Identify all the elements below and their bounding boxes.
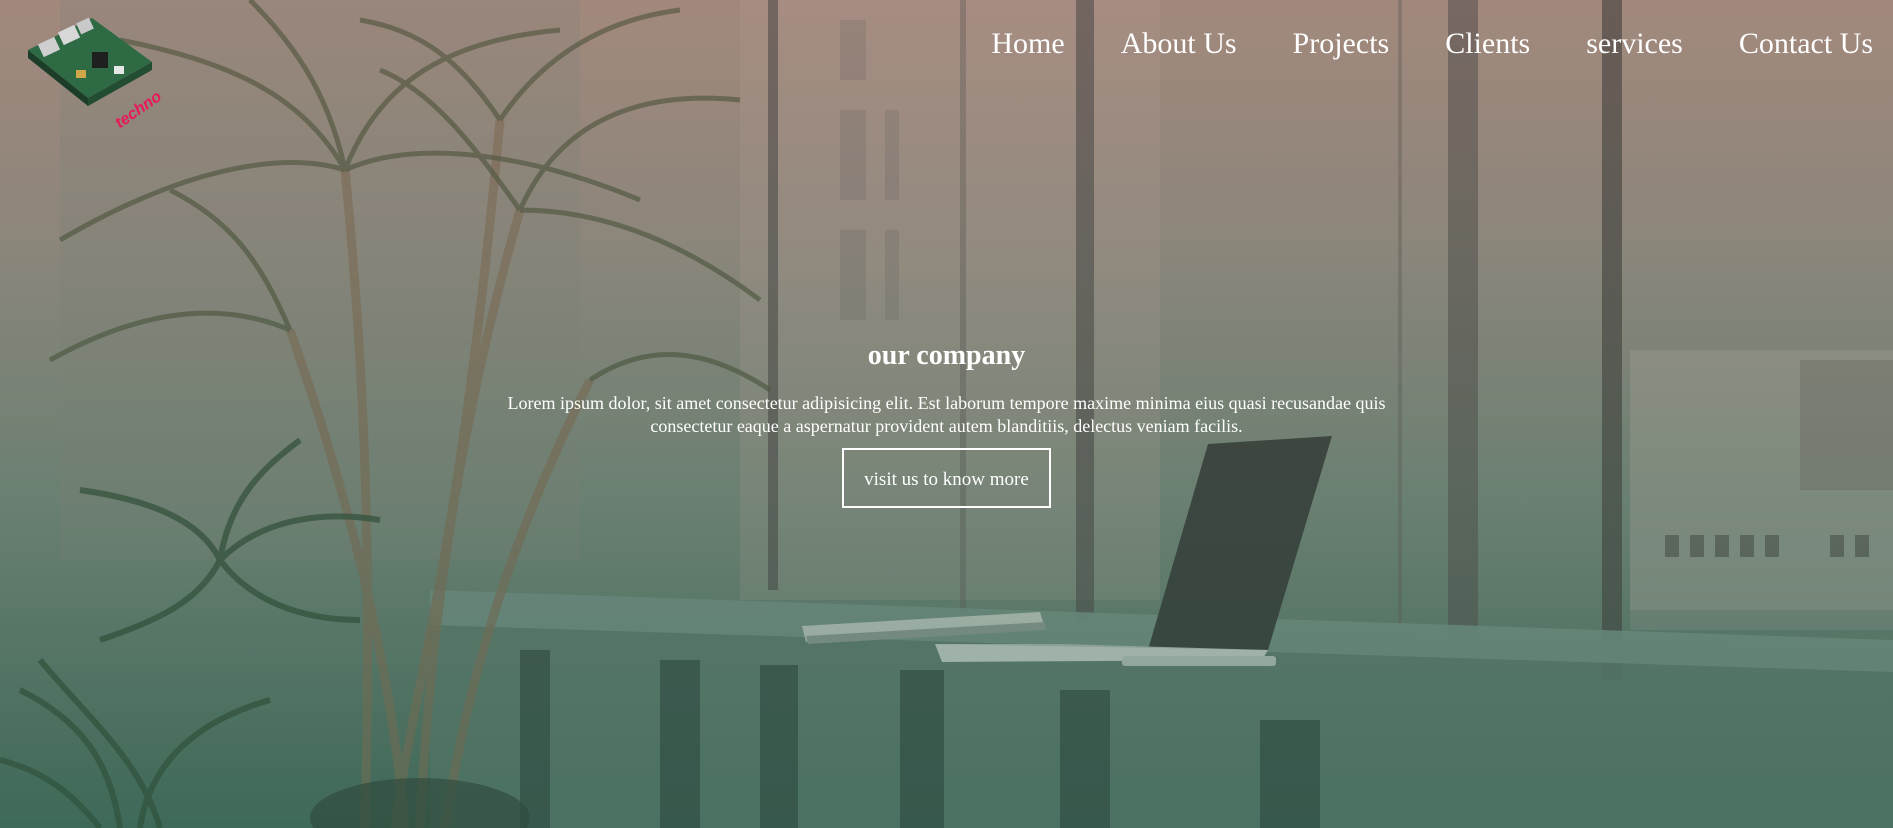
nav-item-clients[interactable]: Clients [1445, 24, 1530, 64]
nav-item-about-us[interactable]: About Us [1121, 24, 1237, 64]
nav-item-home[interactable]: Home [991, 24, 1064, 64]
hero-description: Lorem ipsum dolor, sit amet consectetur … [507, 393, 1386, 436]
hero-title: our company [867, 340, 1026, 371]
nav-item-services[interactable]: services [1586, 24, 1683, 64]
main-nav: Home About Us Projects Clients services … [991, 24, 1873, 64]
svg-text:techno: techno [112, 88, 165, 132]
company-logo[interactable]: techno [22, 10, 172, 135]
nav-item-contact-us[interactable]: Contact Us [1739, 24, 1873, 64]
nav-item-projects[interactable]: Projects [1293, 24, 1390, 64]
hero-section: techno Home About Us Projects Clients se… [0, 0, 1893, 828]
hero-content: our company Lorem ipsum dolor, sit amet … [0, 338, 1893, 508]
visit-us-button[interactable]: visit us to know more [842, 448, 1051, 508]
